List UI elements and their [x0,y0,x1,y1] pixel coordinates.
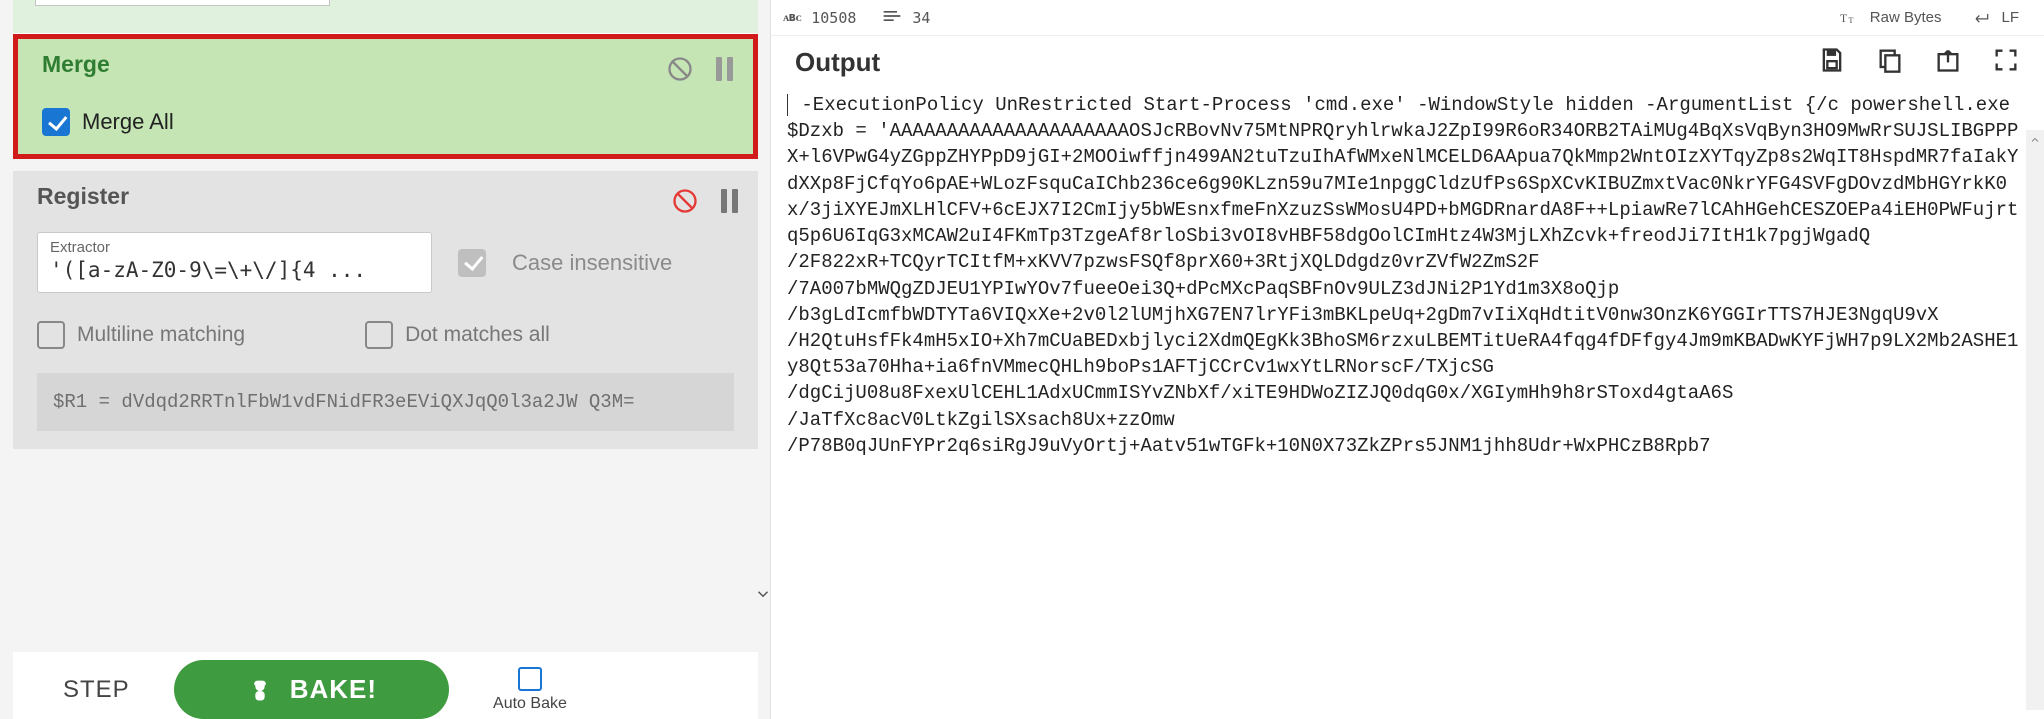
pause-icon[interactable] [716,57,733,81]
line-count: 34 [912,9,930,27]
replace-input-icon[interactable] [1934,46,1962,78]
merge-all-label: Merge All [82,109,174,135]
register-code-preview: $R1 = dVdqd2RRTnlFbW1vdFNidFR3eEViQXJqQ0… [37,373,734,431]
bake-toolbar: STEP BAKE! Auto Bake [13,652,758,719]
output-scrollbar[interactable] [2026,130,2044,710]
disable-icon-register[interactable] [671,187,699,215]
copy-output-icon[interactable] [1876,46,1904,78]
scroll-up-icon[interactable] [2026,130,2044,150]
output-header: Output [771,36,2044,88]
char-count-icon: ᴀʙᴄ [783,10,801,25]
case-insensitive-checkbox[interactable] [458,249,486,277]
dotall-label: Dot matches all [405,323,550,347]
line-count-icon [882,9,902,27]
op-merge-title: Merge [42,51,729,78]
scroll-down-chevron-icon[interactable] [754,585,772,607]
bake-button[interactable]: BAKE! [174,660,449,719]
merge-all-checkbox[interactable] [42,108,70,136]
extractor-label: Extractor [50,239,419,256]
extractor-value: '([a-zA-Z0-9\=\+\/]{4 ... [50,258,419,282]
output-title: Output [795,47,880,78]
multiline-checkbox[interactable] [37,321,65,349]
text-format-icon: TT [1840,10,1860,26]
disable-icon[interactable] [666,55,694,83]
chef-icon [246,675,274,705]
previous-op-tail [13,0,758,34]
raw-bytes-label: Raw Bytes [1870,9,1942,26]
op-register[interactable]: Register Extractor '([a-zA-Z0-9\=\+\/]{4… [13,171,758,449]
maximize-output-icon[interactable] [1992,46,2020,78]
return-arrow-icon [1971,10,1991,26]
bake-button-label: BAKE! [290,674,377,705]
auto-bake-checkbox[interactable] [518,667,542,691]
multiline-label: Multiline matching [77,323,245,347]
step-button[interactable]: STEP [63,676,130,704]
auto-bake-label: Auto Bake [493,695,567,713]
eol-toggle[interactable]: LF [1971,9,2019,26]
status-bar: ᴀʙᴄ 10508 34 TT Raw Bytes LF [771,0,2044,36]
output-text: -ExecutionPolicy UnRestricted Start-Proc… [787,94,2021,457]
auto-bake-toggle[interactable]: Auto Bake [493,667,567,713]
raw-bytes-toggle[interactable]: TT Raw Bytes [1840,9,1942,26]
case-insensitive-label: Case insensitive [512,250,672,276]
output-panel: ᴀʙᴄ 10508 34 TT Raw Bytes LF [770,0,2044,719]
save-to-file-icon[interactable] [1818,46,1846,78]
dotall-checkbox[interactable] [365,321,393,349]
extractor-input[interactable]: Extractor '([a-zA-Z0-9\=\+\/]{4 ... [37,232,432,293]
eol-label: LF [2001,9,2019,26]
op-register-title: Register [37,183,734,210]
svg-text:T: T [1848,16,1853,25]
char-count: 10508 [811,9,856,27]
svg-text:T: T [1840,12,1847,25]
op-merge[interactable]: Merge Merge All [13,34,758,159]
output-text-area[interactable]: -ExecutionPolicy UnRestricted Start-Proc… [771,88,2044,719]
recipe-panel: Merge Merge All Register [0,0,770,719]
pause-icon-register[interactable] [721,189,738,213]
